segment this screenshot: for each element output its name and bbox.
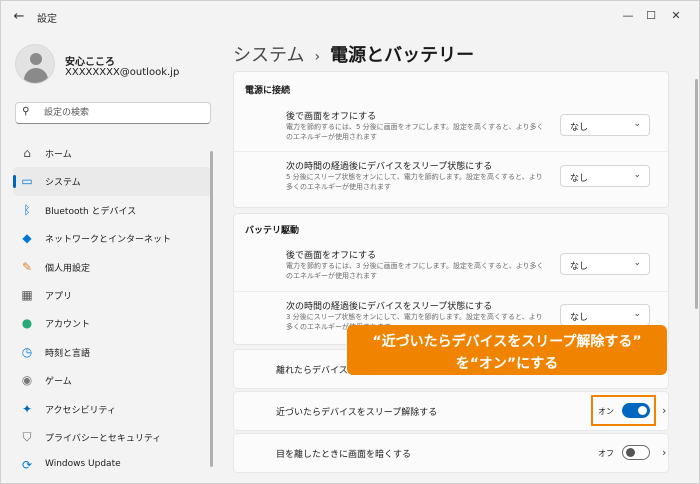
toggle-knob	[626, 448, 635, 457]
sidebar-item-label: アプリ	[45, 291, 73, 302]
section-title-ac: 電源に接続	[245, 86, 291, 96]
chevron-down-icon: ⌄	[633, 258, 641, 268]
sidebar-item-label: アクセシビリティ	[45, 405, 117, 416]
dropdown-value: なし	[570, 174, 589, 184]
setting-title: 次の時間の経過後にデバイスをスリープ状態にする	[286, 302, 493, 312]
callout-line-2: を“オン”にする	[455, 356, 559, 372]
dropdown-value: なし	[570, 262, 589, 272]
chevron-down-icon: ⌄	[633, 170, 641, 180]
home-icon: ⌂	[23, 146, 31, 160]
dropdown-value: なし	[570, 123, 589, 133]
instruction-callout: “近づいたらデバイスをスリープ解除する” を“オン”にする	[347, 325, 667, 375]
sidebar-scrollbar[interactable]	[210, 151, 213, 467]
sidebar-item-label: Bluetooth とデバイス	[45, 206, 137, 217]
sidebar-item[interactable]: ◷ 時刻と言語	[13, 338, 211, 366]
setting-row-ac-screen: 後で画面をオフにする 電力を節約するには、5 分後に画面をオフにします。設定を高…	[234, 101, 670, 156]
active-indicator	[13, 175, 16, 189]
shield-icon: ⛉	[22, 429, 32, 444]
chevron-down-icon: ⌄	[633, 119, 641, 129]
sidebar-item-label: 時刻と言語	[45, 348, 91, 359]
dim-screen-toggle[interactable]	[622, 445, 650, 460]
bluetooth-icon: ᛒ	[23, 202, 31, 217]
toggle-state-label: オフ	[598, 449, 614, 458]
app-title: 設定	[37, 14, 57, 25]
ac-power-section: 電源に接続 後で画面をオフにする 電力を節約するには、5 分後に画面をオフにしま…	[233, 71, 670, 208]
accessibility-icon: ✦	[21, 401, 33, 416]
section-title-battery: バッテリ駆動	[245, 226, 300, 236]
search-box[interactable]: ⚲	[15, 102, 211, 124]
sidebar-nav: ⌂ ホーム ▭ システム ᛒ Bluetooth とデバイス ◆ ネットワークとインターネット…	[13, 139, 211, 480]
user-name: 安心こころ	[65, 57, 115, 68]
title-bar: ← 設定 — ☐ ✕	[1, 1, 700, 33]
sidebar-item-label: システム	[45, 178, 81, 189]
chevron-right-icon: ›	[662, 404, 667, 417]
sidebar-item-label: Windows Update	[45, 459, 121, 470]
search-input[interactable]	[44, 105, 204, 121]
setting-title: 後で画面をオフにする	[286, 112, 377, 122]
setting-title: 後で画面をオフにする	[286, 251, 377, 261]
page-title: 電源とバッテリー	[330, 45, 475, 66]
monitor-icon: ▭	[21, 174, 33, 189]
search-icon: ⚲	[22, 106, 30, 117]
avatar[interactable]	[15, 44, 55, 84]
apps-icon: ▦	[21, 287, 33, 302]
account-icon: ●	[21, 316, 33, 331]
toggle-row-dim-screen[interactable]: 目を離したときに画面を暗くする オフ ›	[233, 433, 669, 473]
chevron-right-icon: ›	[314, 49, 321, 65]
settings-window: ← 設定 — ☐ ✕ 安心こころ XXXXXXXX@outlook.jp ⚲ ⌂…	[0, 0, 700, 484]
sidebar-item[interactable]: ✦ アクセシビリティ	[13, 395, 211, 423]
sidebar-item-label: ゲーム	[45, 377, 72, 388]
update-icon: ⟳	[21, 458, 33, 473]
sidebar-item-label: プライバシーとセキュリティ	[45, 433, 162, 444]
sidebar-item[interactable]: ᛒ Bluetooth とデバイス	[13, 196, 211, 224]
sidebar-item[interactable]: ◉ ゲーム	[13, 366, 211, 394]
user-email: XXXXXXXX@outlook.jp	[65, 67, 180, 78]
sleep-dropdown[interactable]: なし ⌄	[560, 304, 650, 326]
close-button[interactable]: ✕	[663, 5, 689, 27]
back-button[interactable]: ←	[9, 7, 29, 27]
dropdown-value: なし	[570, 313, 589, 323]
setting-row-ac-sleep: 次の時間の経過後にデバイスをスリープ状態にする 5 分後にスリープ状態をオンにし…	[234, 151, 670, 206]
breadcrumb-parent[interactable]: システム	[233, 45, 304, 66]
sidebar-item-label: ホーム	[45, 150, 72, 160]
sidebar-item[interactable]: ▭ システム	[13, 167, 211, 196]
setting-title: 近づいたらデバイスをスリープ解除する	[276, 408, 438, 418]
setting-description: 電力を節約するには、5 分後に画面をオフにします。設定を高くすると、より多くのエ…	[286, 123, 544, 141]
setting-title: 次の時間の経過後にデバイスをスリープ状態にする	[286, 162, 493, 172]
sidebar-item[interactable]: ◆ ネットワークとインターネット	[13, 224, 211, 252]
setting-title: 目を離したときに画面を暗くする	[276, 450, 412, 460]
sidebar-item[interactable]: ⟳ Windows Update	[13, 451, 211, 479]
setting-description: 5 分後にスリープ状態をオンにして、電力を節約します。設定を高くすると、より多く…	[286, 173, 543, 191]
content-scrollbar[interactable]	[695, 79, 698, 309]
clock-globe-icon: ◷	[21, 344, 33, 359]
avatar-head	[30, 53, 42, 65]
sidebar-item-label: アカウント	[45, 320, 91, 331]
highlight-box	[591, 395, 656, 426]
sidebar-item[interactable]: ⌂ ホーム	[13, 139, 211, 167]
sidebar-item[interactable]: ● アカウント	[13, 309, 211, 337]
screen-off-dropdown[interactable]: なし ⌄	[560, 114, 650, 136]
sidebar-item[interactable]: ✎ 個人用設定	[13, 253, 211, 281]
sidebar-item-label: ネットワークとインターネット	[45, 235, 172, 246]
wifi-icon: ◆	[22, 231, 32, 246]
breadcrumb: システム › 電源とバッテリー	[233, 41, 474, 67]
sleep-dropdown[interactable]: なし ⌄	[560, 165, 650, 187]
screen-off-dropdown[interactable]: なし ⌄	[560, 253, 650, 275]
sidebar-item-label: 個人用設定	[45, 263, 91, 274]
sidebar-item[interactable]: ⛉ プライバシーとセキュリティ	[13, 423, 211, 451]
brush-icon: ✎	[21, 259, 33, 274]
chevron-right-icon: ›	[662, 446, 667, 459]
setting-row-battery-screen: 後で画面をオフにする 電力を節約するには、3 分後に画面をオフにします。設定を高…	[234, 241, 670, 291]
callout-line-1: “近づいたらデバイスをスリープ解除する”	[372, 334, 642, 350]
setting-description: 電力を節約するには、3 分後に画面をオフにします。設定を高くすると、より多くのエ…	[286, 262, 544, 280]
sidebar-item[interactable]: ▦ アプリ	[13, 281, 211, 309]
maximize-button[interactable]: ☐	[638, 5, 664, 27]
gamepad-icon: ◉	[21, 373, 33, 388]
chevron-down-icon: ⌄	[633, 309, 641, 319]
avatar-body	[24, 68, 48, 83]
arrow-left-icon: ←	[13, 9, 25, 24]
